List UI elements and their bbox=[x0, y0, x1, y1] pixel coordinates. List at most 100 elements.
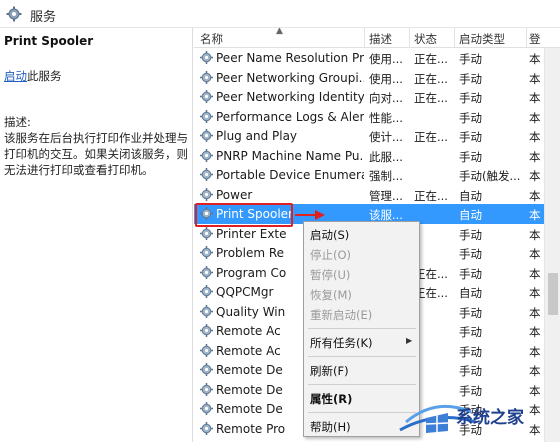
service-description-panel: Print Spooler 启动此服务 描述: 该服务在后台执行打印作业并处理与… bbox=[0, 28, 193, 442]
service-status: 正在... bbox=[414, 130, 448, 144]
service-name: Plug and Play bbox=[216, 129, 298, 143]
service-startup-type: 自动 bbox=[459, 188, 482, 203]
menu-item-stop[interactable]: 停止(O) bbox=[305, 244, 418, 264]
service-logon: 本 bbox=[529, 71, 541, 86]
service-description: 此服... bbox=[369, 149, 403, 164]
column-name[interactable]: 名称 bbox=[200, 31, 223, 47]
menu-item-label: 启动(S) bbox=[310, 228, 350, 242]
service-startup-type: 手动 bbox=[459, 305, 482, 320]
service-description: 使用... bbox=[369, 52, 403, 66]
service-startup-type: 手动 bbox=[459, 130, 482, 144]
column-divider[interactable] bbox=[409, 28, 410, 48]
service-gear-icon bbox=[200, 226, 213, 240]
service-logon: 本 bbox=[529, 52, 541, 66]
menu-item-pause[interactable]: 暂停(U) bbox=[305, 264, 418, 284]
service-row[interactable]: PNRP Machine Name Pu... 此服... 手动 本 bbox=[194, 146, 544, 166]
service-startup-type: 手动 bbox=[459, 52, 482, 66]
service-startup-type: 手动 bbox=[459, 110, 482, 125]
service-name: Peer Networking Identity... bbox=[216, 90, 364, 104]
description-text: 该服务在后台执行打印作业并处理与打印机的交互。如果关闭该服务，则无法进行打印或查… bbox=[4, 131, 188, 177]
service-row[interactable]: Peer Networking Identity... 向对... 正在... 手动 本 bbox=[194, 87, 544, 107]
service-gear-icon bbox=[200, 304, 213, 318]
column-logon[interactable]: 登 bbox=[529, 31, 541, 47]
menu-separator bbox=[308, 356, 416, 357]
selected-service-name: Print Spooler bbox=[4, 34, 94, 48]
service-gear-icon bbox=[200, 265, 213, 279]
menu-item-refresh[interactable]: 刷新(F) bbox=[305, 360, 418, 380]
service-row[interactable]: Performance Logs & Aler... 性能... 手动 本 bbox=[194, 107, 544, 127]
column-description[interactable]: 描述 bbox=[369, 31, 392, 47]
service-name: Portable Device Enumera... bbox=[216, 168, 364, 182]
column-startup-type[interactable]: 启动类型 bbox=[459, 31, 505, 47]
menu-item-label: 恢复(M) bbox=[310, 288, 352, 302]
menu-item-label: 帮助(H) bbox=[310, 420, 351, 434]
service-description: 使用... bbox=[369, 71, 403, 86]
service-gear-icon bbox=[200, 343, 213, 357]
service-row[interactable]: Plug and Play 使计... 正在... 手动 本 bbox=[194, 126, 544, 146]
title-bar: 服务 bbox=[0, 0, 560, 28]
start-service-link[interactable]: 启动 bbox=[4, 69, 27, 83]
service-logon: 本 bbox=[529, 344, 541, 359]
service-row[interactable]: Peer Name Resolution Pr... 使用... 正在... 手动 本 bbox=[194, 48, 544, 68]
menu-item-label: 刷新(F) bbox=[310, 364, 349, 378]
service-logon: 本 bbox=[529, 266, 541, 281]
service-description: 使计... bbox=[369, 130, 403, 144]
service-startup-type: 手动 bbox=[459, 91, 482, 105]
service-name: Power bbox=[216, 187, 253, 202]
window-title: 服务 bbox=[30, 10, 57, 25]
service-logon: 本 bbox=[529, 110, 541, 125]
service-row[interactable]: Peer Networking Groupi... 使用... 正在... 手动 本 bbox=[194, 68, 544, 88]
menu-item-start[interactable]: 启动(S) bbox=[305, 224, 418, 244]
service-name: Performance Logs & Aler... bbox=[216, 109, 364, 124]
service-gear-icon bbox=[200, 363, 213, 376]
service-status: 正在... bbox=[414, 188, 448, 203]
vertical-scrollbar[interactable] bbox=[544, 48, 560, 442]
menu-item-label: 所有任务(K) bbox=[310, 336, 373, 350]
service-gear-icon bbox=[200, 109, 213, 123]
service-row[interactable]: Power 管理... 正在... 自动 本 bbox=[194, 185, 544, 205]
service-logon: 本 bbox=[529, 286, 541, 300]
scrollbar-thumb[interactable] bbox=[548, 273, 558, 315]
service-description: 向对... bbox=[369, 91, 403, 105]
menu-item-restart[interactable]: 重新启动(E) bbox=[305, 304, 418, 324]
service-status: 正在... bbox=[414, 91, 448, 105]
service-gear-icon bbox=[200, 382, 213, 396]
service-gear-icon bbox=[200, 148, 213, 162]
service-logon: 本 bbox=[529, 130, 541, 144]
menu-separator bbox=[308, 328, 416, 329]
menu-item-resume[interactable]: 恢复(M) bbox=[305, 284, 418, 304]
service-logon: 本 bbox=[529, 247, 541, 261]
service-row[interactable]: Portable Device Enumera... 强制... 手动(触发... 本 bbox=[194, 165, 544, 185]
column-divider[interactable] bbox=[364, 28, 365, 48]
service-gear-icon bbox=[200, 285, 213, 298]
description-label: 描述: bbox=[4, 115, 31, 129]
service-status: 正在... bbox=[414, 52, 448, 66]
column-divider[interactable] bbox=[454, 28, 455, 48]
start-service-line: 启动此服务 bbox=[4, 68, 62, 84]
service-gear-icon bbox=[200, 51, 213, 64]
column-header: ▲ 名称 描述 状态 启动类型 登 bbox=[194, 28, 560, 48]
service-name: PNRP Machine Name Pu... bbox=[216, 148, 364, 163]
service-name: Peer Networking Groupi... bbox=[216, 70, 364, 85]
service-startup-type: 手动 bbox=[459, 71, 482, 86]
menu-separator bbox=[308, 384, 416, 385]
watermark-text: 系统之家 bbox=[456, 408, 524, 428]
submenu-arrow-icon: ▶ bbox=[406, 336, 413, 345]
menu-item-label: 重新启动(E) bbox=[310, 308, 373, 322]
service-description: 强制... bbox=[369, 169, 403, 183]
service-logon: 本 bbox=[529, 364, 541, 378]
service-gear-icon bbox=[200, 168, 213, 181]
service-status: 正在... bbox=[414, 71, 448, 86]
menu-item-label: 停止(O) bbox=[310, 248, 352, 262]
service-gear-icon bbox=[200, 246, 213, 259]
service-logon: 本 bbox=[529, 227, 541, 242]
service-gear-icon bbox=[200, 129, 213, 142]
service-startup-type: 手动 bbox=[459, 266, 482, 281]
service-logon: 本 bbox=[529, 325, 541, 339]
service-name: Peer Name Resolution Pr... bbox=[216, 51, 364, 65]
column-divider[interactable] bbox=[526, 28, 527, 48]
column-status[interactable]: 状态 bbox=[414, 31, 437, 47]
service-startup-type: 手动(触发... bbox=[459, 169, 521, 183]
menu-item-label: 暂停(U) bbox=[310, 268, 351, 282]
menu-item-all-tasks[interactable]: 所有任务(K) ▶ bbox=[305, 332, 418, 352]
